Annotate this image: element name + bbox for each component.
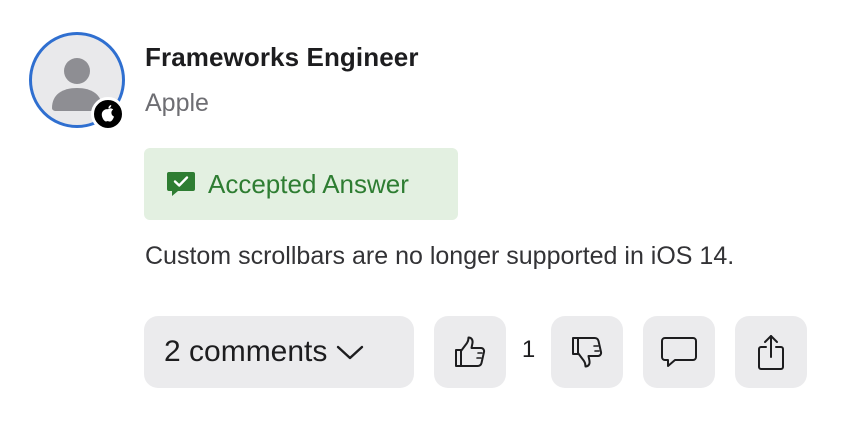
share-button[interactable] bbox=[735, 316, 807, 388]
author-avatar-container[interactable] bbox=[29, 32, 125, 131]
accepted-answer-badge: Accepted Answer bbox=[144, 148, 458, 220]
comments-label: 2 comments bbox=[164, 335, 328, 368]
comments-toggle-button[interactable]: 2 comments bbox=[144, 316, 414, 388]
comment-bubble-icon bbox=[661, 337, 697, 367]
share-icon bbox=[758, 335, 784, 370]
accepted-answer-label: Accepted Answer bbox=[208, 168, 409, 199]
upvote-button[interactable] bbox=[434, 316, 506, 388]
author-organization: Apple bbox=[145, 89, 209, 117]
thumbs-up-icon bbox=[455, 336, 486, 367]
answer-body: Custom scrollbars are no longer supporte… bbox=[145, 242, 735, 270]
checkmark-bubble-icon bbox=[167, 172, 195, 196]
chevron-down-icon bbox=[337, 345, 364, 360]
comment-button[interactable] bbox=[643, 316, 715, 388]
author-name[interactable]: Frameworks Engineer bbox=[145, 42, 419, 73]
apple-logo-icon bbox=[101, 105, 114, 122]
vote-count: 1 bbox=[521, 336, 536, 363]
apple-badge bbox=[91, 97, 125, 131]
downvote-button[interactable] bbox=[551, 316, 623, 388]
answer-card: Frameworks Engineer Apple Accepted Answe… bbox=[0, 0, 856, 426]
thumbs-down-icon bbox=[572, 337, 603, 368]
